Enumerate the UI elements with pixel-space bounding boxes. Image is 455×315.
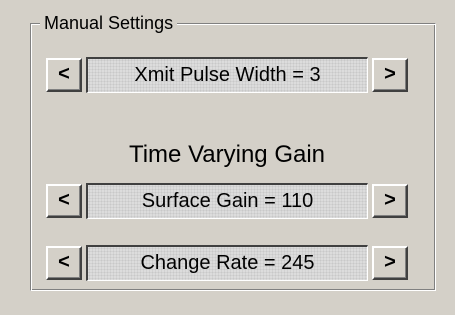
- surface-gain-decrease-button[interactable]: <: [46, 184, 82, 218]
- change-rate-stepper: < Change Rate = 245 >: [46, 245, 408, 281]
- xmit-pulse-width-value: Xmit Pulse Width = 3: [86, 57, 368, 93]
- surface-gain-stepper: < Surface Gain = 110 >: [46, 183, 408, 219]
- change-rate-increase-button[interactable]: >: [372, 246, 408, 280]
- change-rate-value: Change Rate = 245: [86, 245, 368, 281]
- xmit-pulse-width-decrease-button[interactable]: <: [46, 58, 82, 92]
- manual-settings-title: Manual Settings: [40, 12, 178, 34]
- change-rate-decrease-button[interactable]: <: [46, 246, 82, 280]
- xmit-pulse-width-stepper: < Xmit Pulse Width = 3 >: [46, 57, 408, 93]
- surface-gain-value: Surface Gain = 110: [86, 183, 368, 219]
- time-varying-gain-heading: Time Varying Gain: [128, 141, 326, 168]
- xmit-pulse-width-increase-button[interactable]: >: [372, 58, 408, 92]
- surface-gain-increase-button[interactable]: >: [372, 184, 408, 218]
